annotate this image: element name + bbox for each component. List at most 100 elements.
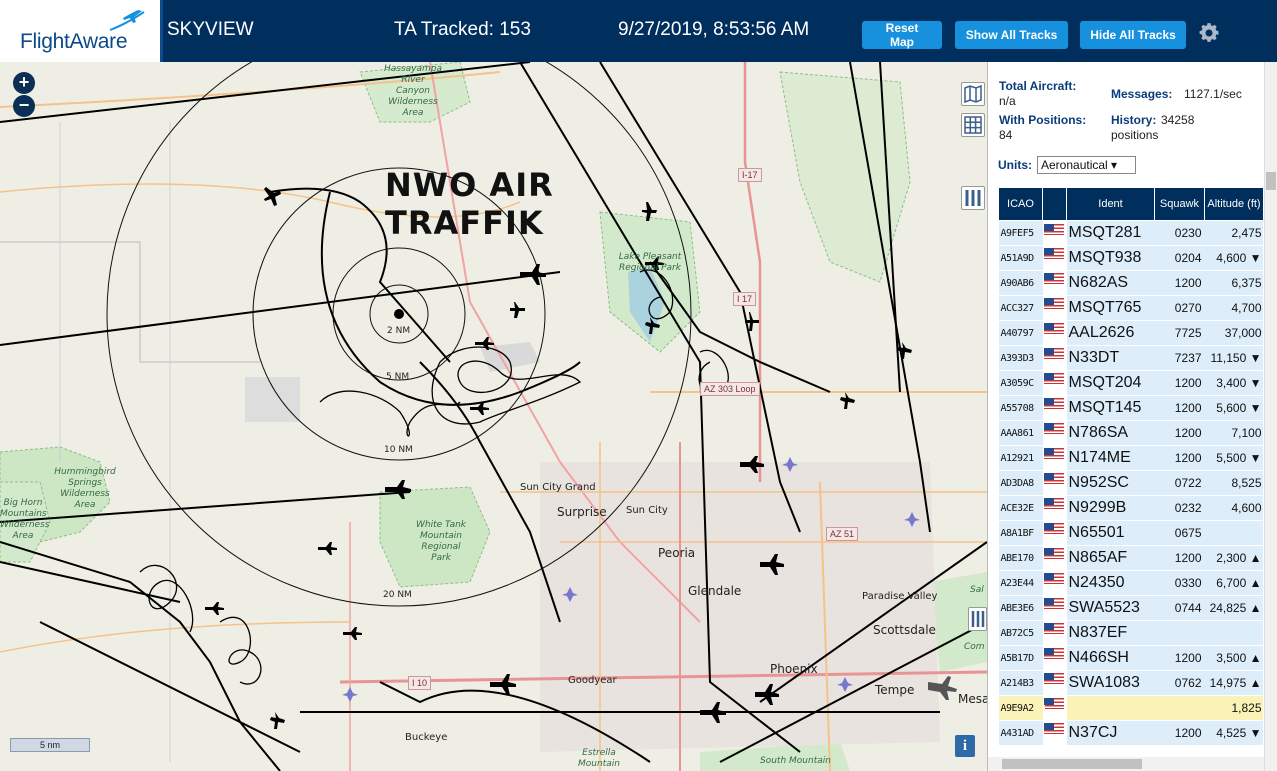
flag-cell xyxy=(1043,373,1064,386)
table-row[interactable]: A23E44 N24350 0330 6,700 ▲ xyxy=(998,570,1263,596)
table-row[interactable]: A40797 AAL2626 7725 37,000 xyxy=(998,320,1263,346)
table-row[interactable]: A393D3 N33DT 7237 11,150 ▼ xyxy=(998,345,1263,371)
label-mesa: Mesa xyxy=(958,692,987,706)
label-estrella: Estrella Mountain xyxy=(578,748,620,769)
cell-altitude: 4,600 xyxy=(1204,495,1263,521)
cell-icao: ABE3E6 xyxy=(998,595,1043,621)
cell-ident: AAL2626 xyxy=(1066,320,1155,346)
hwy-i17-mid: I 17 xyxy=(733,292,757,306)
cell-ident: N682AS xyxy=(1066,270,1155,296)
table-row[interactable]: A90AB6 N682AS 1200 6,375 xyxy=(998,270,1263,296)
label-white-tank: White Tank Mountain Regional Park xyxy=(415,520,466,563)
cell-squawk: 0204 xyxy=(1154,245,1205,271)
flag-cell xyxy=(1043,673,1064,686)
us-flag-icon xyxy=(1044,348,1064,360)
table-row[interactable]: A8A1BF N65501 0675 xyxy=(998,520,1263,546)
cell-icao: A214B3 xyxy=(998,670,1043,696)
current-datetime: 9/27/2019, 8:53:56 AM xyxy=(618,19,810,40)
table-row[interactable]: ABE170 N865AF 1200 2,300 ▲ xyxy=(998,545,1263,571)
col-header-ident[interactable]: Ident xyxy=(1066,187,1155,221)
cell-squawk: 0744 xyxy=(1154,595,1205,621)
table-row[interactable]: ABE3E6 SWA5523 0744 24,825 ▲ xyxy=(998,595,1263,621)
us-flag-icon xyxy=(1044,248,1064,260)
positions-value: 84 xyxy=(999,128,1013,142)
info-icon[interactable]: i xyxy=(955,735,975,757)
vertical-scrollbar[interactable] xyxy=(1264,62,1277,771)
table-row[interactable]: AAA861 N786SA 1200 7,100 xyxy=(998,420,1263,446)
table-row[interactable]: A51A9D MSQT938 0204 4,600 ▼ xyxy=(998,245,1263,271)
scale-bar: 5 nm xyxy=(10,738,90,752)
cell-altitude: 5,500 ▼ xyxy=(1204,445,1263,471)
us-flag-icon xyxy=(1044,673,1064,685)
vertical-scrollbar-thumb[interactable] xyxy=(1266,172,1276,190)
col-header-squawk[interactable]: Squawk xyxy=(1154,187,1205,221)
cell-ident: N9299B xyxy=(1066,495,1155,521)
columns-icon[interactable] xyxy=(961,186,985,210)
flag-cell xyxy=(1043,498,1064,511)
zoom-out-button[interactable]: − xyxy=(13,95,35,117)
us-flag-icon xyxy=(1044,698,1064,710)
cell-altitude: 2,475 xyxy=(1204,220,1263,246)
cell-altitude: 3,500 ▲ xyxy=(1204,645,1263,671)
cell-ident: SWA1083 xyxy=(1066,670,1155,696)
table-row[interactable]: A12921 N174ME 1200 5,500 ▼ xyxy=(998,445,1263,471)
map-view[interactable]: + − NWO AIR TRAFFIK 2 NM 5 NM 10 NM 20 N… xyxy=(0,62,987,771)
app-header: FlightAware SKYVIEW TA Tracked: 153 9/27… xyxy=(0,0,1277,62)
hide-all-tracks-button[interactable]: Hide All Tracks xyxy=(1080,21,1186,49)
table-row[interactable]: A214B3 SWA1083 0762 14,975 ▲ xyxy=(998,670,1263,696)
table-row[interactable]: A9FEF5 MSQT281 0230 2,475 xyxy=(998,220,1263,246)
map-layer-icon[interactable] xyxy=(961,82,985,106)
col-header-altitude[interactable]: Altitude (ft) xyxy=(1204,187,1263,221)
cell-icao: AB72C5 xyxy=(998,620,1043,646)
horizontal-scrollbar-thumb[interactable] xyxy=(1002,759,1142,769)
table-row[interactable]: ACC327 MSQT765 0270 4,700 xyxy=(998,295,1263,321)
flightaware-logo[interactable]: FlightAware xyxy=(0,0,163,62)
reset-map-button[interactable]: Reset Map xyxy=(862,21,942,49)
logo-text: FlightAware xyxy=(20,30,128,53)
units-select[interactable]: Aeronautical ▾ xyxy=(1037,156,1136,174)
total-aircraft-label: Total Aircraft: xyxy=(999,79,1077,93)
label-comm: Com xyxy=(964,642,985,652)
overlay-title-line-1: NWO AIR xyxy=(385,166,554,204)
ring-label-2nm: 2 NM xyxy=(387,326,411,336)
table-row[interactable]: A9E9A2 1,825 xyxy=(998,695,1263,721)
col-header-flag[interactable] xyxy=(1042,187,1067,221)
table-row[interactable]: A3059C MSQT204 1200 3,400 ▼ xyxy=(998,370,1263,396)
hwy-az51: AZ 51 xyxy=(826,527,859,541)
us-flag-icon xyxy=(1044,498,1064,510)
label-tempe: Tempe xyxy=(875,683,915,697)
cell-altitude: 3,400 ▼ xyxy=(1204,370,1263,396)
gear-icon[interactable] xyxy=(1197,21,1221,45)
us-flag-icon xyxy=(1044,648,1064,660)
grid-icon[interactable] xyxy=(961,113,985,137)
cell-altitude: 5,600 ▼ xyxy=(1204,395,1263,421)
cell-squawk: 0675 xyxy=(1154,520,1205,546)
table-row[interactable]: AB72C5 N837EF xyxy=(998,620,1263,646)
aircraft-table-wrapper[interactable]: ICAO Ident Squawk Altitude (ft) A9FEF5 MS… xyxy=(998,187,1263,767)
cell-icao: A431AD xyxy=(998,720,1043,746)
table-row[interactable]: A431AD N37CJ 1200 4,525 ▼ xyxy=(998,720,1263,746)
hwy-az303: AZ 303 Loop xyxy=(700,382,760,396)
aircraft-panel: Total Aircraft: n/a With Positions: 84 M… xyxy=(987,62,1277,771)
show-all-tracks-button[interactable]: Show All Tracks xyxy=(955,21,1068,49)
flag-cell xyxy=(1043,348,1064,361)
col-header-icao[interactable]: ICAO xyxy=(998,187,1043,221)
columns-icon-secondary[interactable] xyxy=(968,607,987,631)
cell-ident: N174ME xyxy=(1066,445,1155,471)
flag-cell xyxy=(1043,523,1064,536)
zoom-in-button[interactable]: + xyxy=(13,72,35,94)
cell-altitude xyxy=(1204,620,1263,646)
cell-icao: AAA861 xyxy=(998,420,1043,446)
us-flag-icon xyxy=(1044,298,1064,310)
cell-icao: ABE170 xyxy=(998,545,1043,571)
table-row[interactable]: AD3DA8 N952SC 0722 8,525 xyxy=(998,470,1263,496)
flag-cell xyxy=(1043,648,1064,661)
cell-squawk: 7725 xyxy=(1154,320,1205,346)
cell-icao: ACC327 xyxy=(998,295,1043,321)
label-peoria: Peoria xyxy=(658,546,696,560)
table-row[interactable]: A55708 MSQT145 1200 5,600 ▼ xyxy=(998,395,1263,421)
ring-label-10nm: 10 NM xyxy=(384,445,413,455)
cell-ident: N37CJ xyxy=(1066,720,1155,746)
table-row[interactable]: ACE32E N9299B 0232 4,600 xyxy=(998,495,1263,521)
table-row[interactable]: A5B17D N466SH 1200 3,500 ▲ xyxy=(998,645,1263,671)
